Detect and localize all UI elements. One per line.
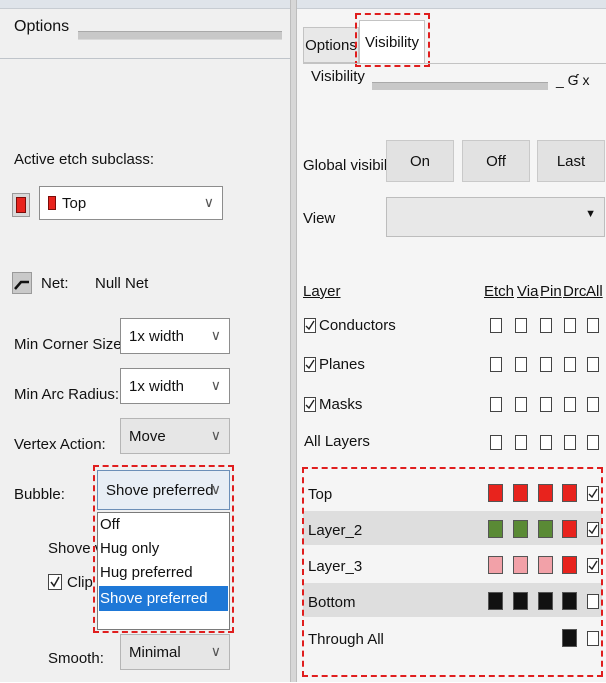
group-all-checkbox[interactable]	[587, 357, 599, 372]
group-name: Conductors	[319, 317, 396, 334]
title-drag-bar[interactable]	[78, 31, 282, 40]
group-etch-checkbox[interactable]	[490, 357, 502, 372]
group-row-all-layers: All Layers	[303, 428, 603, 458]
net-value: Null Net	[95, 275, 149, 292]
column-via: Via	[517, 283, 539, 300]
options-panel-title: Options	[14, 18, 70, 35]
panel-header-strip	[0, 0, 290, 9]
etch-color-button[interactable]	[12, 193, 30, 217]
global-on-button[interactable]: On	[386, 140, 454, 182]
tab-divider	[303, 63, 606, 64]
clip-checkbox[interactable]	[48, 574, 62, 590]
column-layer: Layer	[303, 283, 341, 300]
layer-groups: Conductors Planes Masks All Layers	[303, 312, 603, 452]
group-row-planes: Planes	[303, 351, 603, 381]
group-checkbox[interactable]	[304, 397, 316, 412]
bubble-highlight	[93, 465, 234, 633]
column-all: All	[586, 283, 603, 300]
tab-options[interactable]: Options	[303, 27, 359, 63]
group-pin-checkbox[interactable]	[540, 357, 552, 372]
column-etch: Etch	[484, 283, 515, 300]
group-etch-checkbox[interactable]	[490, 318, 502, 333]
trace-icon	[14, 280, 29, 290]
min-corner-value: 1x width	[129, 327, 185, 345]
net-pick-button[interactable]	[12, 272, 32, 294]
visibility-tab-highlight	[355, 13, 430, 67]
min-corner-label: Min Corner Size:	[14, 336, 126, 353]
group-name: Planes	[319, 356, 365, 373]
min-arc-select[interactable]: 1x width ∨	[120, 368, 230, 404]
group-row-conductors: Conductors	[303, 312, 603, 342]
group-drc-checkbox[interactable]	[564, 397, 576, 412]
chevron-down-icon: ∨	[210, 377, 221, 394]
chevron-down-icon: ∨	[210, 327, 221, 344]
group-via-checkbox[interactable]	[515, 357, 527, 372]
top-layer-color-icon	[48, 196, 56, 210]
active-etch-value: Top	[62, 194, 87, 212]
chevron-down-icon: ∨	[203, 194, 214, 211]
group-via-checkbox[interactable]	[515, 318, 527, 333]
etch-color-swatch	[16, 197, 26, 213]
group-pin-checkbox[interactable]	[540, 397, 552, 412]
smooth-label: Smooth:	[48, 650, 104, 667]
group-via-checkbox[interactable]	[515, 435, 527, 450]
layers-highlight	[302, 467, 603, 677]
vertex-action-select[interactable]: Move ∨	[120, 418, 230, 454]
global-off-button[interactable]: Off	[462, 140, 530, 182]
group-drc-checkbox[interactable]	[564, 357, 576, 372]
group-all-checkbox[interactable]	[587, 435, 599, 450]
panel-header-strip	[297, 0, 606, 9]
view-select[interactable]: ▼	[386, 197, 605, 237]
group-name: All Layers	[304, 433, 370, 450]
group-via-checkbox[interactable]	[515, 397, 527, 412]
group-all-checkbox[interactable]	[587, 318, 599, 333]
vertex-action-value: Move	[129, 427, 166, 445]
min-arc-value: 1x width	[129, 377, 185, 395]
group-row-masks: Masks	[303, 391, 603, 421]
chevron-down-icon: ∨	[210, 643, 221, 660]
group-checkbox[interactable]	[304, 318, 316, 333]
chevron-down-icon: ∨	[210, 427, 221, 444]
active-etch-select[interactable]: Top ∨	[39, 186, 223, 220]
window-controls[interactable]: _ Ɠ x	[556, 72, 589, 88]
active-etch-label: Active etch subclass:	[14, 151, 155, 168]
view-label: View	[303, 210, 336, 227]
group-all-checkbox[interactable]	[587, 397, 599, 412]
visibility-panel-title: Visibility	[311, 68, 365, 85]
min-corner-select[interactable]: 1x width ∨	[120, 318, 230, 354]
global-last-button[interactable]: Last	[537, 140, 605, 182]
group-checkbox[interactable]	[304, 357, 316, 372]
column-pin: Pin	[540, 283, 562, 300]
panel-splitter[interactable]	[290, 0, 297, 682]
column-drc: Drc	[563, 283, 587, 300]
group-drc-checkbox[interactable]	[564, 435, 576, 450]
min-arc-label: Min Arc Radius:	[14, 386, 120, 403]
group-etch-checkbox[interactable]	[490, 397, 502, 412]
group-etch-checkbox[interactable]	[490, 435, 502, 450]
group-pin-checkbox[interactable]	[540, 435, 552, 450]
vertex-action-label: Vertex Action:	[14, 436, 106, 453]
net-label: Net:	[41, 275, 69, 292]
group-drc-checkbox[interactable]	[564, 318, 576, 333]
smooth-select[interactable]: Minimal ∨	[120, 634, 230, 670]
bubble-label: Bubble:	[14, 486, 65, 503]
smooth-value: Minimal	[129, 643, 181, 661]
group-pin-checkbox[interactable]	[540, 318, 552, 333]
group-name: Masks	[319, 396, 363, 413]
dropdown-arrow-icon: ▼	[585, 208, 596, 220]
check-icon	[50, 576, 60, 588]
title-drag-bar[interactable]	[372, 82, 548, 90]
